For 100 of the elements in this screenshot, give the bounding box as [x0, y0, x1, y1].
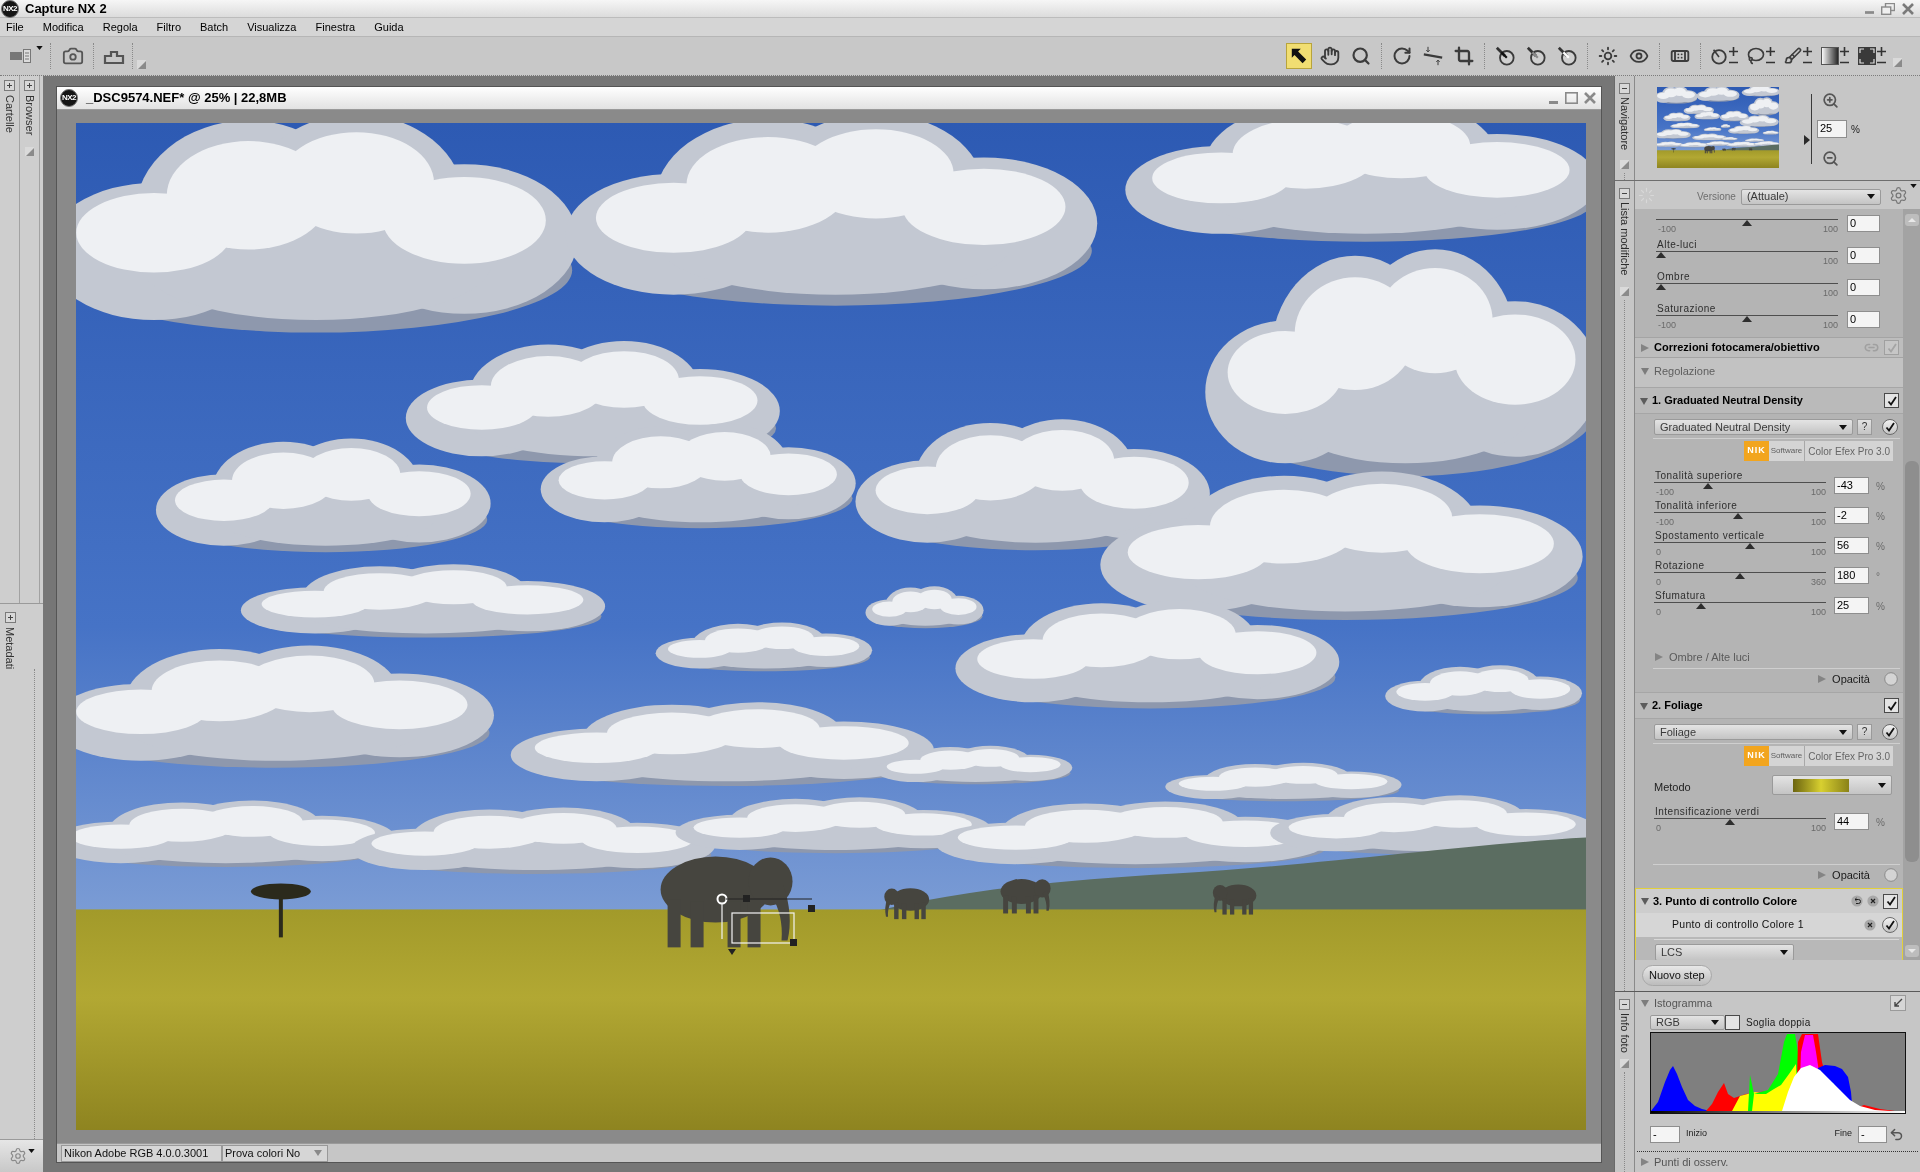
x-circle-icon[interactable]	[1867, 895, 1879, 907]
step-panel[interactable]: 2. Foliage Foliage ? NIK Software Color Efex Pro 3.0 Metodo Intensificazione verdi 0 100 44 % Opacità	[1635, 692, 1903, 888]
opacity-label[interactable]: Opacità	[1832, 670, 1870, 688]
triangle-down-icon[interactable]	[1640, 396, 1648, 405]
start-field[interactable]: -	[1650, 1125, 1680, 1143]
zoom-slider-track[interactable]	[1804, 94, 1812, 164]
triangle-down-icon[interactable]	[1641, 897, 1649, 905]
menu-item[interactable]: Batch	[200, 20, 229, 34]
slider-thumb[interactable]	[1742, 220, 1752, 226]
settings-button[interactable]	[1888, 183, 1919, 207]
enable-toggle[interactable]	[1882, 419, 1898, 435]
slider-thumb[interactable]	[1742, 316, 1752, 322]
slider-track[interactable]	[1654, 572, 1826, 580]
new-step-button[interactable]: Nuovo step	[1642, 965, 1712, 986]
step-title[interactable]: 2. Foliage	[1652, 697, 1703, 714]
value-field[interactable]: 0	[1847, 215, 1880, 232]
slider-track[interactable]	[1654, 482, 1826, 490]
slider-track[interactable]	[1656, 283, 1838, 291]
panel-tab[interactable]: Metadati	[4, 627, 16, 670]
panel-tab[interactable]: Browser	[23, 95, 36, 136]
value-field[interactable]: 44	[1834, 813, 1869, 830]
maximize-button[interactable]	[1564, 91, 1578, 105]
x-circle-icon[interactable]	[1864, 919, 1876, 931]
slider-track[interactable]	[1654, 512, 1826, 520]
step-panel[interactable]: 3. Punto di controllo Colore Punto di controllo Colore 1 LCS	[1635, 888, 1903, 960]
value-field[interactable]: 0	[1847, 311, 1880, 328]
enable-toggle[interactable]	[1882, 724, 1898, 740]
soft-proof-dropdown[interactable]: Prova colori No	[222, 1144, 328, 1162]
method-dropdown[interactable]	[1772, 775, 1892, 795]
group-title[interactable]: Regolazione	[1654, 362, 1716, 380]
scrollbar-thumb[interactable]	[1904, 461, 1919, 862]
zoom-out-icon[interactable]	[1822, 150, 1839, 167]
slider-thumb[interactable]	[1696, 603, 1707, 609]
zoom-slider-thumb[interactable]	[1804, 135, 1810, 146]
plus-box-icon[interactable]	[4, 612, 16, 623]
slider-thumb[interactable]	[1702, 483, 1713, 489]
tool-button[interactable]	[1286, 43, 1312, 69]
value-field[interactable]: -2	[1834, 507, 1869, 524]
slider-track[interactable]	[1654, 818, 1826, 826]
menu-item[interactable]: Regola	[102, 20, 138, 34]
popout-icon[interactable]	[1890, 995, 1906, 1011]
slider-track[interactable]	[1654, 602, 1826, 610]
opacity-label[interactable]: Opacità	[1832, 866, 1870, 884]
version-dropdown[interactable]: (Attuale)	[1740, 188, 1881, 205]
checkbox[interactable]	[1725, 1014, 1740, 1030]
value-field[interactable]: 56	[1834, 537, 1869, 554]
value-field[interactable]: 0	[1847, 279, 1880, 296]
menu-item[interactable]: Finestra	[315, 20, 356, 34]
slider-thumb[interactable]	[1735, 573, 1745, 579]
zoom-field[interactable]: 25	[1817, 120, 1847, 138]
value-field[interactable]: 0	[1847, 247, 1880, 264]
undo-icon[interactable]	[1851, 895, 1863, 907]
menu-item[interactable]: Visualizza	[247, 20, 297, 34]
end-field[interactable]: -	[1858, 1125, 1887, 1143]
help-button[interactable]: ?	[1857, 419, 1872, 435]
enable-toggle[interactable]	[1882, 917, 1898, 933]
value-field[interactable]: 25	[1834, 597, 1869, 614]
panel-tab[interactable]: Lista modifiche	[1618, 202, 1631, 276]
filter-dropdown[interactable]: Foliage	[1654, 724, 1854, 740]
slider-track[interactable]	[1654, 542, 1826, 550]
minus-box-icon[interactable]	[1619, 83, 1630, 94]
slider-thumb[interactable]	[1725, 819, 1736, 825]
zoom-in-icon[interactable]	[1822, 92, 1839, 109]
panel-tab[interactable]: Cartelle	[3, 95, 16, 133]
value-field[interactable]: -43	[1834, 477, 1869, 494]
menu-item[interactable]: Guida	[374, 20, 404, 34]
plus-box-icon[interactable]	[4, 80, 15, 91]
help-button[interactable]: ?	[1857, 724, 1872, 740]
slider-thumb[interactable]	[1733, 513, 1744, 519]
value-field[interactable]: 180	[1834, 567, 1869, 584]
minus-box-icon[interactable]	[1619, 999, 1630, 1010]
checkbox[interactable]	[1883, 893, 1898, 909]
panel-title[interactable]: Istogramma	[1654, 994, 1713, 1012]
slider-track[interactable]	[1656, 219, 1838, 227]
checkbox[interactable]	[1884, 698, 1899, 713]
menu-item[interactable]: Filtro	[156, 20, 181, 34]
slider-thumb[interactable]	[1656, 252, 1666, 258]
slider-thumb[interactable]	[1744, 543, 1755, 549]
close-button[interactable]	[1900, 1, 1916, 16]
triangle-down-icon[interactable]	[1640, 701, 1648, 710]
filter-dropdown[interactable]: Graduated Neutral Density	[1654, 419, 1854, 435]
plus-box-icon[interactable]	[24, 80, 35, 91]
slider-track[interactable]	[1656, 251, 1838, 259]
panel-title[interactable]: Punti di osserv.	[1654, 1153, 1729, 1171]
close-button[interactable]	[1583, 91, 1597, 105]
checkbox[interactable]	[1884, 393, 1899, 408]
mode-dropdown[interactable]: LCS	[1655, 944, 1794, 960]
panel-tab[interactable]: Info foto	[1618, 1013, 1631, 1053]
undo-icon[interactable]	[1889, 1126, 1904, 1142]
channel-dropdown[interactable]: RGB	[1650, 1014, 1725, 1030]
menu-item[interactable]: Modifica	[42, 20, 84, 34]
minus-box-icon[interactable]	[1619, 188, 1630, 199]
restore-button[interactable]	[1880, 1, 1896, 16]
slider-track[interactable]	[1656, 315, 1838, 323]
settings-button[interactable]	[0, 1139, 43, 1172]
step-panel[interactable]	[1635, 387, 1903, 692]
slider-thumb[interactable]	[1656, 284, 1666, 290]
menu-item[interactable]: File	[6, 20, 24, 34]
minimize-icon	[1548, 101, 1558, 104]
panel-tab[interactable]: Navigatore	[1618, 97, 1631, 151]
